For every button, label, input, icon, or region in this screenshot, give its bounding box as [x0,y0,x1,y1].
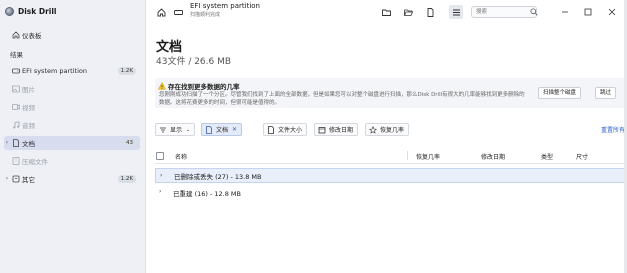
column-type[interactable]: 类型 [541,152,553,161]
chevron-right-icon[interactable]: › [160,172,162,179]
document-icon[interactable] [425,7,435,17]
document-icon [13,139,19,147]
column-recovery-chance[interactable]: 恢复几率 [416,152,440,161]
reset-all-link[interactable]: 重置所有 [601,125,625,134]
scan-target-title: EFI system partition [190,2,260,10]
home-icon[interactable] [156,7,166,17]
results-section-label: 结果 [10,51,23,59]
column-divider [407,151,408,160]
row-label: 已删除或丢失 (27) - 13.8 MB [174,172,262,181]
search-icon [529,7,539,17]
warning-icon [158,82,166,90]
count-badge: 1.2K [117,175,136,183]
sidebar-item-label: 其它 [22,176,35,184]
drive-icon [173,7,183,17]
chevron-right-icon[interactable]: › [4,175,10,183]
scan-whole-disk-button[interactable]: 扫描整个磁盘 [538,87,582,99]
table-header: 名称 恢复几率 修改日期 类型 尺寸 [155,148,627,164]
skip-button[interactable]: 跳过 [595,87,617,99]
sidebar-item-label: 文档 [22,140,35,148]
filesize-filter-label: 文件大小 [278,127,303,134]
chevron-right-icon[interactable]: › [4,139,10,147]
table-row[interactable]: › 已重建 (16) - 12.8 MB [155,185,627,200]
sidebar-item-label: 音频 [22,122,35,130]
top-toolbar: EFI system partition 扫描顺利完成 [147,0,627,24]
column-modified-date[interactable]: 修改日期 [481,152,505,161]
audio-icon [13,121,20,129]
minimize-icon[interactable] [560,7,570,17]
other-icon [12,175,20,183]
search-input[interactable] [471,6,537,18]
sidebar-item-label: 仪表板 [22,32,42,40]
banner-title: 存在找到更多数据的几率 [168,83,240,91]
chevron-right-icon[interactable]: › [159,188,161,195]
chevron-down-icon: ⌄ [186,126,191,133]
main-content: EFI system partition 扫描顺利完成 搜索 文档 43文件 /… [147,0,627,273]
sidebar-item-label: 视频 [22,104,35,112]
filesize-filter-chip[interactable]: 文件大小 [263,123,308,136]
sidebar-item-images[interactable]: 图片 [4,82,140,96]
app-titlebar: Disk Drill [0,0,146,22]
sidebar-item-documents[interactable]: › 文档 43 [4,136,140,150]
documents-filter-chip[interactable]: 文档 ✕ [201,123,243,136]
modified-date-filter-chip[interactable]: 修改日期 [314,123,359,136]
sidebar-item-audio[interactable]: 音频 [4,118,140,132]
sidebar-item-dashboard[interactable]: 仪表板 [4,28,140,42]
image-icon [12,85,20,93]
document-icon [206,126,212,134]
remove-filter-icon[interactable]: ✕ [232,126,237,133]
recovery-chance-filter-label: 恢复几率 [380,127,405,134]
count-badge: 43 [123,139,136,147]
sidebar-item-videos[interactable]: 视频 [4,100,140,114]
table-row[interactable]: › 已删除或丢失 (27) - 13.8 MB [155,168,627,183]
banner-text: 您刚刚成功扫描了一个分区。尽管我们找到了上面的全部数据，但是如果您可以对整个磁盘… [159,92,525,106]
page-summary: 43文件 / 26.6 MB [156,57,232,67]
drive-icon [12,68,20,74]
show-filter-label: 显示 [170,127,183,134]
sidebar-item-label: 压缩文件 [22,158,48,166]
list-view-icon[interactable] [449,5,463,19]
column-size[interactable]: 尺寸 [576,152,588,161]
home-icon [12,31,20,39]
sidebar-item-efi-partition[interactable]: EFI system partition 1.2K [4,64,140,78]
filter-icon [160,127,166,133]
documents-filter-label: 文档 [216,127,229,134]
sidebar-item-label: 图片 [22,86,35,94]
sidebar: Disk Drill 仪表板 结果 EFI system partition 1… [0,0,146,273]
sidebar-item-other[interactable]: › 其它 1.2K [4,172,140,186]
recovery-chance-filter-chip[interactable]: 恢复几率 [365,123,410,136]
sidebar-item-archives[interactable]: 压缩文件 [4,154,140,168]
close-icon[interactable] [607,7,617,17]
calendar-icon [318,127,326,134]
archive-icon [12,157,20,165]
scan-suggestion-banner: 存在找到更多数据的几率 您刚刚成功扫描了一个分区。尽管我们找到了上面的全部数据，… [155,78,627,108]
maximize-icon[interactable] [583,7,593,17]
scan-status: 扫描顺利完成 [190,12,221,18]
filter-bar: 显示 ⌄ 文档 ✕ 文件大小 修改日期 恢复几率 重置所有 [155,123,627,137]
app-title: Disk Drill [18,6,57,16]
row-label: 已重建 (16) - 12.8 MB [173,189,241,198]
modified-date-filter-label: 修改日期 [329,127,354,134]
spacer-3 [403,5,417,19]
folder-icon[interactable] [381,7,391,17]
select-all-checkbox[interactable] [156,152,164,160]
video-icon [12,104,20,110]
star-icon [369,126,377,134]
show-filter-dropdown[interactable]: 显示 ⌄ [155,123,196,136]
file-size-icon [268,126,274,134]
sidebar-item-label: EFI system partition [22,67,87,75]
disk-drill-logo-icon [5,6,14,16]
page-title: 文档 [156,40,183,55]
column-name[interactable]: 名称 [175,152,187,161]
count-badge: 1.2K [117,67,136,75]
